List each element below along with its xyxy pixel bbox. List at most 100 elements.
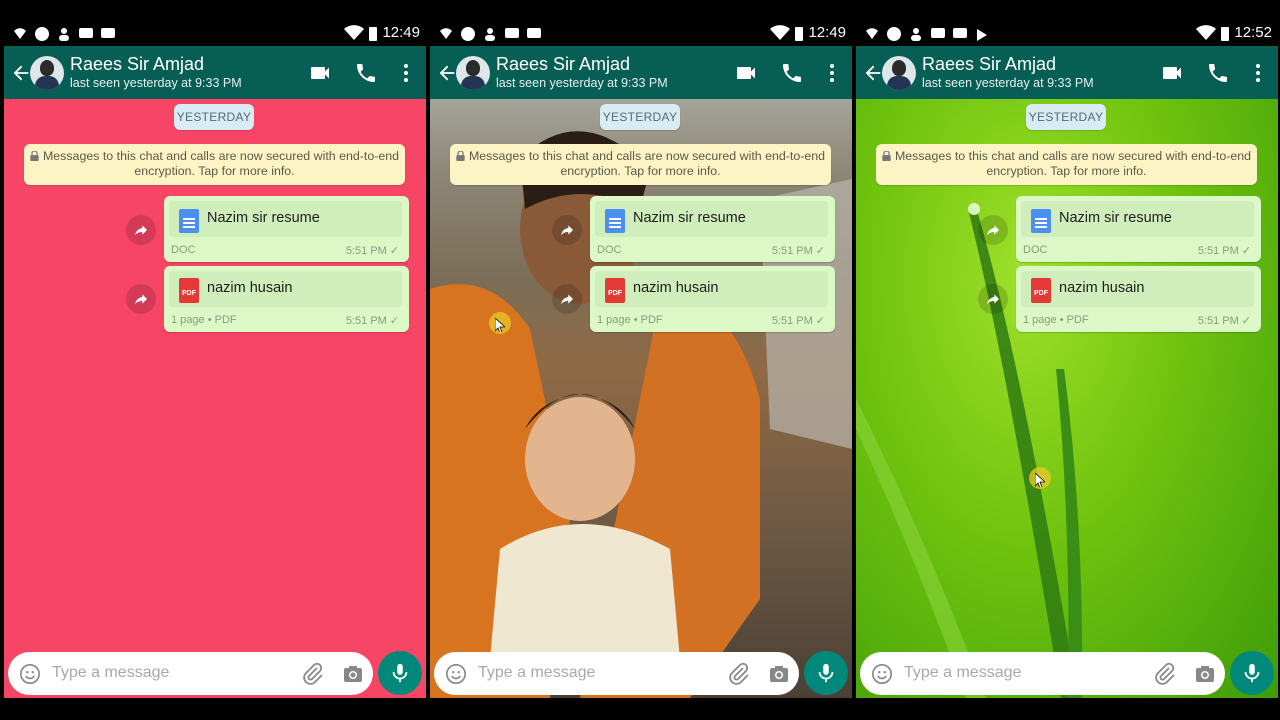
date-chip: YESTERDAY: [600, 104, 680, 130]
mic-button[interactable]: [1230, 651, 1274, 695]
message-bubble[interactable]: PDF nazim husain 1 page • PDF 5:51 PM ✓: [164, 266, 409, 332]
emoji-icon[interactable]: [445, 663, 467, 685]
phone-screen-2: 12:49 Raees Sir Amjad last seen yesterda…: [430, 0, 852, 698]
contact-icon: [911, 28, 921, 41]
file-attachment[interactable]: Nazim sir resume: [595, 201, 828, 237]
forward-button[interactable]: [552, 284, 582, 314]
attach-icon[interactable]: [301, 662, 325, 686]
message-time: 5:51 PM ✓: [1197, 245, 1251, 257]
message-bubble[interactable]: Nazim sir resume DOC 5:51 PM ✓: [164, 196, 409, 262]
more-vert-icon[interactable]: [394, 61, 418, 85]
forward-icon: [987, 225, 999, 236]
encryption-notice[interactable]: Messages to this chat and calls are now …: [24, 144, 405, 185]
chat-header: Raees Sir Amjad last seen yesterday at 9…: [856, 46, 1278, 99]
file-attachment[interactable]: PDF nazim husain: [595, 271, 828, 307]
message-input[interactable]: Type a message: [52, 664, 169, 682]
forward-button[interactable]: [126, 215, 156, 245]
last-seen: last seen yesterday at 9:33 PM: [70, 76, 242, 90]
message-bubble[interactable]: Nazim sir resume DOC 5:51 PM ✓: [1016, 196, 1261, 262]
status-time: 12:52: [1234, 24, 1272, 41]
encryption-notice[interactable]: Messages to this chat and calls are now …: [450, 144, 831, 185]
file-name: Nazim sir resume: [633, 210, 746, 226]
attach-icon[interactable]: [1153, 662, 1177, 686]
attach-icon[interactable]: [727, 662, 751, 686]
forward-button[interactable]: [978, 215, 1008, 245]
message-bubble[interactable]: PDF nazim husain 1 page • PDF 5:51 PM ✓: [1016, 266, 1261, 332]
file-attachment[interactable]: Nazim sir resume: [1021, 201, 1254, 237]
more-vert-icon[interactable]: [820, 61, 844, 85]
chat-area: YESTERDAY Messages to this chat and call…: [430, 99, 852, 698]
check-icon: ✓: [1241, 315, 1251, 327]
whatsapp-icon: [35, 27, 49, 41]
message-time: 5:51 PM ✓: [345, 245, 399, 257]
phone-icon[interactable]: [780, 61, 804, 85]
forward-button[interactable]: [126, 284, 156, 314]
wifi-icon: [344, 24, 365, 40]
avatar[interactable]: [456, 56, 490, 90]
contact-name[interactable]: Raees Sir Amjad: [922, 54, 1056, 75]
contact-name[interactable]: Raees Sir Amjad: [70, 54, 204, 75]
wallpaper-grass: [856, 203, 1083, 698]
doc-icon: [179, 209, 199, 233]
camera-icon[interactable]: [341, 662, 365, 686]
battery-icon: [795, 26, 804, 41]
camera-icon[interactable]: [1193, 662, 1217, 686]
chat-header: Raees Sir Amjad last seen yesterday at 9…: [4, 46, 426, 99]
pointer-icon: [495, 318, 505, 332]
more-vert-icon[interactable]: [1246, 61, 1270, 85]
message-time: 5:51 PM ✓: [771, 245, 825, 257]
message-input[interactable]: Type a message: [478, 664, 595, 682]
phone-screen-1: 12:49 Raees Sir Amjad last seen yesterda…: [4, 0, 426, 698]
wifi-icon: [1196, 24, 1217, 40]
forward-icon: [561, 294, 573, 305]
forward-icon: [135, 225, 147, 236]
whatsapp-icon: [461, 27, 475, 41]
status-bar: 12:49: [4, 22, 426, 46]
file-attachment[interactable]: PDF nazim husain: [1021, 271, 1254, 307]
phone-icon[interactable]: [1206, 61, 1230, 85]
video-call-icon[interactable]: [734, 61, 758, 85]
avatar[interactable]: [882, 56, 916, 90]
lock-icon: [456, 150, 465, 161]
contact-name[interactable]: Raees Sir Amjad: [496, 54, 630, 75]
message-input-bar[interactable]: Type a message: [434, 652, 799, 695]
phone-icon[interactable]: [354, 61, 378, 85]
file-attachment[interactable]: Nazim sir resume: [169, 201, 402, 237]
back-arrow-icon[interactable]: [436, 62, 458, 84]
whatsapp-icon: [887, 27, 901, 41]
date-chip: YESTERDAY: [1026, 104, 1106, 130]
download-icon: [977, 29, 987, 41]
battery-icon: [1221, 26, 1230, 41]
forward-icon: [135, 294, 147, 305]
notification-icon: [14, 28, 26, 39]
last-seen: last seen yesterday at 9:33 PM: [496, 76, 668, 90]
encryption-notice[interactable]: Messages to this chat and calls are now …: [876, 144, 1257, 185]
battery-icon: [369, 26, 378, 41]
message-bubble[interactable]: Nazim sir resume DOC 5:51 PM ✓: [590, 196, 835, 262]
emoji-icon[interactable]: [19, 663, 41, 685]
video-call-icon[interactable]: [1160, 61, 1184, 85]
forward-button[interactable]: [552, 215, 582, 245]
encryption-text: Messages to this chat and calls are now …: [468, 149, 826, 178]
pdf-icon: PDF: [1031, 278, 1051, 303]
camera-icon[interactable]: [767, 662, 791, 686]
message-icon: [953, 28, 967, 38]
mic-button[interactable]: [804, 651, 848, 695]
avatar[interactable]: [30, 56, 64, 90]
file-name: Nazim sir resume: [207, 210, 320, 226]
emoji-icon[interactable]: [871, 663, 893, 685]
last-seen: last seen yesterday at 9:33 PM: [922, 76, 1094, 90]
back-arrow-icon[interactable]: [10, 62, 32, 84]
notification-icon: [440, 28, 452, 39]
video-call-icon[interactable]: [308, 61, 332, 85]
message-input[interactable]: Type a message: [904, 664, 1021, 682]
file-attachment[interactable]: PDF nazim husain: [169, 271, 402, 307]
mic-button[interactable]: [378, 651, 422, 695]
message-input-bar[interactable]: Type a message: [860, 652, 1225, 695]
back-arrow-icon[interactable]: [862, 62, 884, 84]
message-bubble[interactable]: PDF nazim husain 1 page • PDF 5:51 PM ✓: [590, 266, 835, 332]
mic-icon: [818, 663, 834, 683]
forward-button[interactable]: [978, 284, 1008, 314]
file-name: nazim husain: [207, 280, 293, 296]
message-input-bar[interactable]: Type a message: [8, 652, 373, 695]
